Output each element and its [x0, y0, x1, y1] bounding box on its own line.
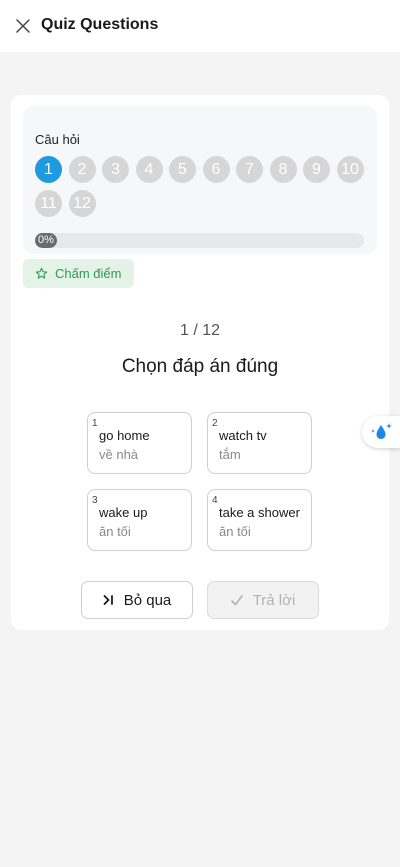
- answer-option-english: watch tv: [219, 428, 267, 443]
- question-number-5[interactable]: 5: [169, 156, 196, 183]
- question-prompt: Chọn đáp án đúng: [121, 356, 279, 377]
- top-app-bar: Quiz Questions: [0, 0, 400, 52]
- answer-option-vietnamese: về nhà: [99, 447, 139, 462]
- answer-option-number: 4: [212, 495, 218, 506]
- answer-option-vietnamese: ăn tối: [99, 524, 131, 539]
- answer-option-english: wake up: [99, 505, 148, 520]
- answer-option-1[interactable]: 1 go home về nhà: [87, 412, 192, 474]
- question-number-12[interactable]: 12: [68, 190, 96, 217]
- progress-label: 0%: [35, 233, 57, 248]
- skip-button[interactable]: Bỏ qua: [81, 581, 193, 619]
- answer-option-english: take a shower: [219, 505, 300, 520]
- question-number-6[interactable]: 6: [202, 156, 230, 183]
- water-drop-sparkle-icon[interactable]: [362, 416, 400, 448]
- answer-option-2[interactable]: 2 watch tv tắm: [207, 412, 312, 474]
- question-number-9[interactable]: 9: [303, 156, 330, 183]
- answer-option-english: go home: [99, 428, 150, 443]
- question-number-7[interactable]: 7: [236, 156, 263, 183]
- answer-button-label: Trả lời: [252, 591, 296, 609]
- answer-button[interactable]: Trả lời: [207, 581, 319, 619]
- skip-button-label: Bỏ qua: [123, 591, 172, 609]
- progress-bar: 0%: [35, 233, 364, 248]
- score-button[interactable]: Chấm điểm: [23, 259, 134, 288]
- question-navigator: Câu hỏi 1 2 3 4 5 6 7 8 9 10 11 12 0%: [23, 106, 377, 254]
- answer-option-number: 1: [92, 418, 98, 429]
- question-number-4[interactable]: 4: [135, 156, 163, 183]
- question-number-10[interactable]: 10: [336, 156, 364, 183]
- score-button-label: Chấm điểm: [55, 266, 122, 281]
- question-navigator-label: Câu hỏi: [35, 132, 80, 147]
- answer-option-4[interactable]: 4 take a shower ăn tối: [207, 489, 312, 551]
- question-number-3[interactable]: 3: [102, 156, 129, 183]
- page-title: Quiz Questions: [41, 16, 159, 33]
- question-number-11[interactable]: 11: [35, 190, 62, 217]
- answer-option-number: 2: [212, 418, 218, 429]
- question-number-1[interactable]: 1: [35, 156, 62, 183]
- check-icon: [230, 594, 243, 606]
- answer-option-3[interactable]: 3 wake up ăn tối: [87, 489, 192, 551]
- answer-option-vietnamese: tắm: [219, 447, 241, 462]
- question-number-8[interactable]: 8: [269, 156, 297, 183]
- answer-option-number: 3: [92, 495, 98, 506]
- skip-icon: [103, 595, 114, 605]
- question-number-2[interactable]: 2: [68, 156, 96, 183]
- close-icon[interactable]: [13, 16, 33, 36]
- quiz-card: Câu hỏi 1 2 3 4 5 6 7 8 9 10 11 12 0% Ch…: [11, 95, 389, 630]
- star-icon: [35, 267, 48, 280]
- question-counter: 1 / 12: [179, 322, 221, 339]
- answer-option-vietnamese: ăn tối: [219, 524, 251, 539]
